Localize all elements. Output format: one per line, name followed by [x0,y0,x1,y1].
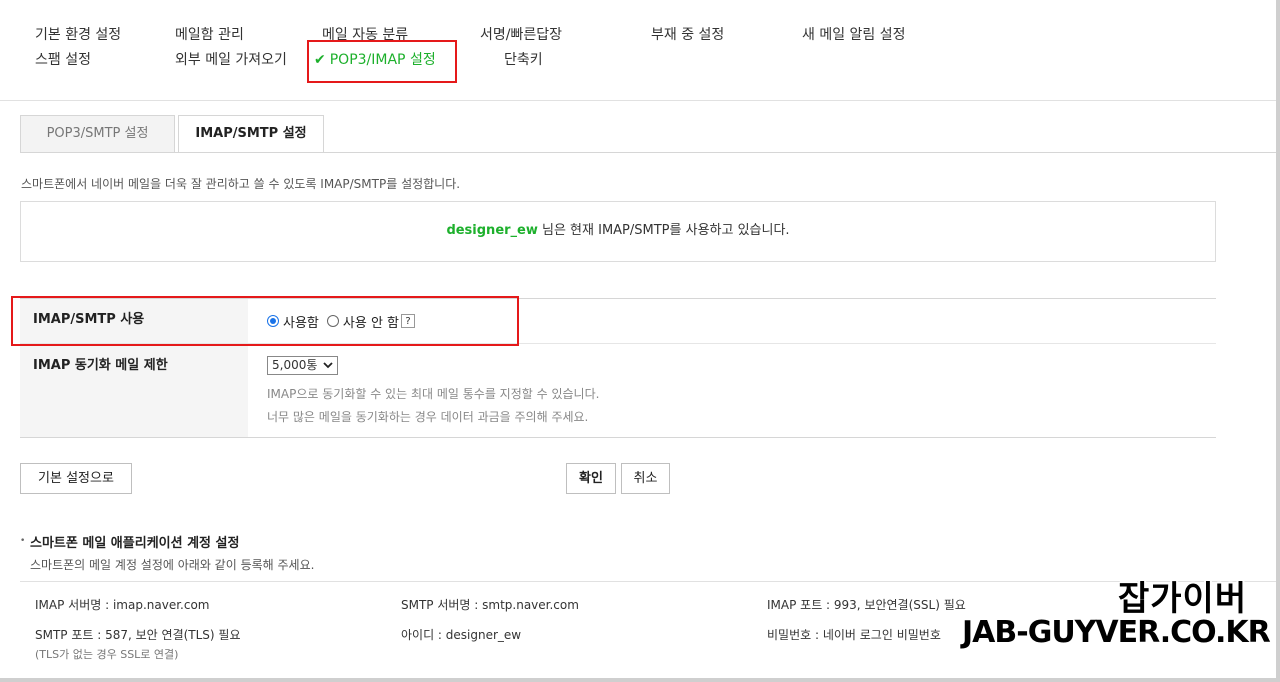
sync-limit-hint-2: 너무 많은 메일을 동기화하는 경우 데이터 과금을 주의해 주세요. [267,410,589,424]
reset-default-button[interactable]: 기본 설정으로 [20,463,132,494]
user-id-info: 아이디 : designer_ew [401,628,522,642]
sync-limit-label: IMAP 동기화 메일 제한 [20,344,248,437]
sync-limit-select[interactable]: 5,000통 [267,356,339,375]
intro-text: 스마트폰에서 네이버 메일을 더욱 잘 관리하고 쓸 수 있도록 IMAP/SM… [21,177,461,191]
cancel-button[interactable]: 취소 [621,463,670,494]
imap-server-info: IMAP 서버명 : imap.naver.com [35,598,210,612]
nav-mailbox-management[interactable]: 메일함 관리 [175,24,244,44]
imap-port-info: IMAP 포트 : 993, 보안연결(SSL) 필요 [767,598,966,612]
highlight-box-nav [307,40,457,83]
nav-new-mail-alert[interactable]: 새 메일 알림 설정 [802,24,906,44]
sync-limit-row: IMAP 동기화 메일 제한 5,000통 IMAP으로 동기화할 수 있는 최… [20,344,1216,437]
highlight-box-imap-use [11,296,519,346]
nav-absence-settings[interactable]: 부재 중 설정 [651,24,724,44]
sync-limit-content: 5,000통 IMAP으로 동기화할 수 있는 최대 메일 통수를 지정할 수 … [267,344,1216,437]
settings-nav: 기본 환경 설정 메일함 관리 메일 자동 분류 서명/빠른답장 부재 중 설정… [0,0,1276,101]
smtp-port-info: SMTP 포트 : 587, 보안 연결(TLS) 필요 [35,628,241,642]
sync-limit-hint-1: IMAP으로 동기화할 수 있는 최대 메일 통수를 지정할 수 있습니다. [267,387,600,401]
nav-external-mail[interactable]: 외부 메일 가져오기 [175,49,287,69]
tab-pop3-smtp[interactable]: POP3/SMTP 설정 [20,115,175,153]
smtp-port-note: (TLS가 없는 경우 SSL로 연결) [35,648,179,661]
status-box: designer_ew 님은 현재 IMAP/SMTP를 사용하고 있습니다. [20,201,1216,262]
status-username: designer_ew [446,223,538,238]
sync-limit-value: 5,000통 [272,358,318,372]
nav-basic-settings[interactable]: 기본 환경 설정 [35,24,121,44]
nav-spam-settings[interactable]: 스팸 설정 [35,49,91,69]
chevron-down-icon [323,362,333,369]
app-section-divider [20,581,1276,582]
status-text: 님은 현재 IMAP/SMTP를 사용하고 있습니다. [537,223,790,238]
watermark-brand: 잡가이버 [1118,579,1248,619]
watermark-url: JAB-GUYVER.CO.KR [962,615,1271,650]
app-section-title: 스마트폰 메일 애플리케이션 계정 설정 [30,536,240,551]
smtp-server-info: SMTP 서버명 : smtp.naver.com [401,598,579,612]
confirm-button[interactable]: 확인 [566,463,616,494]
bullet-icon: • [20,536,26,546]
tab-divider [20,152,1276,153]
nav-signature-quick-reply[interactable]: 서명/빠른답장 [480,24,562,44]
app-section-desc: 스마트폰의 메일 계정 설정에 아래와 같이 등록해 주세요. [30,558,315,572]
tab-imap-smtp[interactable]: IMAP/SMTP 설정 [178,115,324,153]
password-info: 비밀번호 : 네이버 로그인 비밀번호 [767,628,941,642]
nav-shortcuts[interactable]: 단축키 [504,49,543,69]
